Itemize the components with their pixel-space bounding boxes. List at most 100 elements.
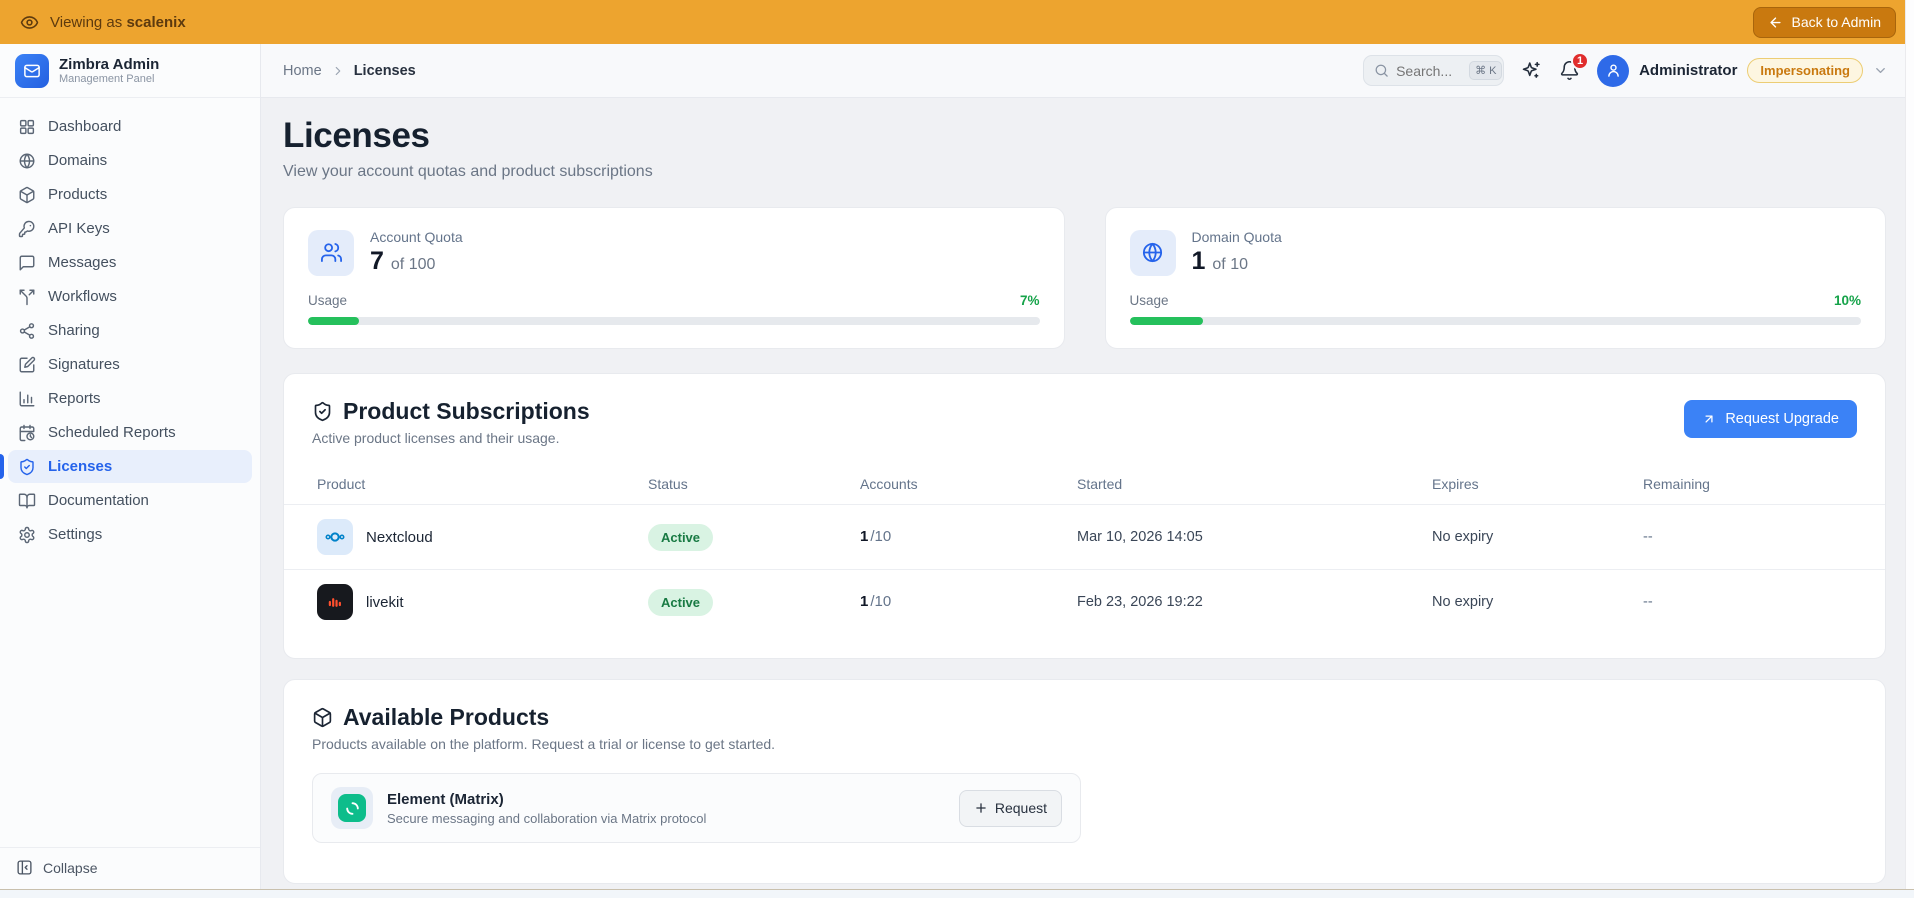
impersonating-badge: Impersonating [1747,58,1863,83]
account-quota-card: Account Quota 7of 100 Usage 7% [283,207,1065,349]
sidebar-item-label: Products [48,186,107,203]
expires-cell: No expiry [1432,594,1643,610]
globe-icon [1130,230,1176,276]
remaining-cell: -- [1643,529,1885,545]
avatar [1597,55,1629,87]
app-name: Zimbra Admin [59,56,159,73]
usage-progress-track [1130,317,1862,325]
sidebar-item-licenses[interactable]: Licenses [8,450,252,483]
sidebar-item-products[interactable]: Products [8,178,252,211]
search-box[interactable]: ⌘ K [1363,55,1504,86]
arrow-left-icon [1768,15,1783,30]
top-header-bar: Home Licenses ⌘ K 1 [261,44,1914,98]
search-icon [1374,63,1389,78]
page-content: Licenses View your account quotas and pr… [261,98,1914,889]
quota-label: Domain Quota [1192,229,1282,245]
column-header-started: Started [1077,476,1432,492]
chevron-down-icon [1873,63,1888,78]
breadcrumb: Home Licenses [283,63,416,79]
envelope-icon [23,62,41,80]
plus-icon [974,801,988,815]
sidebar-item-settings[interactable]: Settings [8,518,252,551]
search-shortcut-kbd: ⌘ K [1469,61,1502,80]
column-header-expires: Expires [1432,476,1643,492]
page-subtitle: View your account quotas and product sub… [283,163,1886,181]
available-products-panel: Available Products Products available on… [283,679,1886,884]
sparkles-button[interactable] [1521,60,1542,81]
usage-percent: 7% [1020,293,1040,308]
vertical-scrollbar[interactable] [1905,0,1914,889]
accounts-cell: 1/10 [860,593,1077,611]
started-cell: Feb 23, 2026 19:22 [1077,594,1432,610]
bar-chart-icon [18,390,36,408]
sidebar-item-label: Sharing [48,322,100,339]
sidebar-item-workflows[interactable]: Workflows [8,280,252,313]
sparkles-icon [1521,60,1542,81]
sidebar-nav: Dashboard Domains Products API Keys Mess… [0,98,260,551]
usage-label: Usage [308,293,347,308]
package-icon [312,707,333,728]
eye-icon [20,13,39,32]
quota-label: Account Quota [370,229,463,245]
sidebar-collapse-button[interactable]: Collapse [0,847,260,889]
section-subtitle: Active product licenses and their usage. [312,430,590,446]
usage-progress-track [308,317,1040,325]
sidebar-item-label: Reports [48,390,101,407]
quota-cards: Account Quota 7of 100 Usage 7% [283,207,1886,349]
viewing-as-text: Viewing as scalenix [50,14,186,31]
table-row[interactable]: livekit Active 1/10 Feb 23, 2026 19:22 N… [284,569,1885,634]
globe-icon [18,152,36,170]
table-row[interactable]: Nextcloud Active 1/10 Mar 10, 2026 14:05… [284,504,1885,569]
sidebar-item-api-keys[interactable]: API Keys [8,212,252,245]
signature-pen-icon [18,356,36,374]
available-product-description: Secure messaging and collaboration via M… [387,811,706,826]
impersonation-banner: Viewing as scalenix Back to Admin [0,0,1914,44]
section-title: Available Products [343,704,549,731]
shield-check-icon [18,458,36,476]
panel-collapse-icon [16,859,33,876]
remaining-cell: -- [1643,594,1885,610]
column-header-remaining: Remaining [1643,476,1885,492]
collapse-label: Collapse [43,860,97,876]
sidebar-item-documentation[interactable]: Documentation [8,484,252,517]
nextcloud-logo [317,519,353,555]
element-logo [331,787,373,829]
sidebar-item-messages[interactable]: Messages [8,246,252,279]
breadcrumb-home-link[interactable]: Home [283,63,322,79]
back-to-admin-button[interactable]: Back to Admin [1753,7,1897,38]
quota-value: 7of 100 [370,247,463,276]
chat-bubble-icon [18,254,36,272]
sidebar-item-label: Dashboard [48,118,121,135]
page-title: Licenses [283,116,1886,156]
arrow-up-right-icon [1702,412,1716,426]
sidebar-item-label: Messages [48,254,116,271]
sidebar-item-label: Scheduled Reports [48,424,176,441]
available-product-name: Element (Matrix) [387,791,706,808]
status-badge: Active [648,524,713,551]
status-badge: Active [648,589,713,616]
sidebar-item-reports[interactable]: Reports [8,382,252,415]
shield-check-icon [312,401,333,422]
usage-progress-fill [308,317,359,325]
sidebar-item-sharing[interactable]: Sharing [8,314,252,347]
notifications-button[interactable]: 1 [1559,60,1580,81]
sidebar-item-label: Signatures [48,356,120,373]
sidebar-item-dashboard[interactable]: Dashboard [8,110,252,143]
key-icon [18,220,36,238]
viewing-as-group: Viewing as scalenix [20,13,186,32]
impersonated-user: scalenix [126,14,185,31]
sidebar-item-signatures[interactable]: Signatures [8,348,252,381]
product-name: Nextcloud [366,529,433,546]
sidebar-item-scheduled-reports[interactable]: Scheduled Reports [8,416,252,449]
search-input[interactable] [1396,63,1462,79]
column-header-product: Product [284,476,648,492]
request-product-button[interactable]: Request [959,790,1062,827]
livekit-logo [317,584,353,620]
request-upgrade-button[interactable]: Request Upgrade [1684,400,1857,438]
column-header-status: Status [648,476,860,492]
user-menu[interactable]: Administrator Impersonating [1597,55,1888,87]
share-nodes-icon [18,322,36,340]
sidebar-item-domains[interactable]: Domains [8,144,252,177]
notification-count-badge: 1 [1571,52,1589,70]
horizontal-scrollbar[interactable] [0,889,1914,898]
